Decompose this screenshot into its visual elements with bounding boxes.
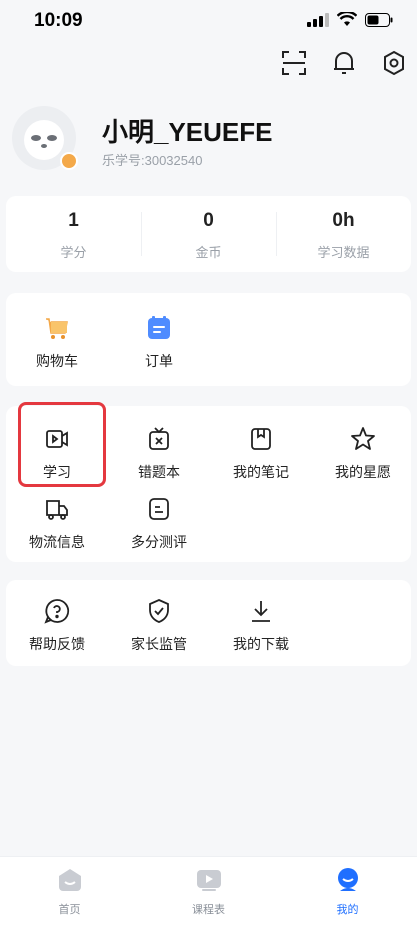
grid-item-wishes[interactable]: 我的星愿 (312, 426, 414, 492)
status-icons (307, 12, 393, 27)
signal-icon (307, 12, 329, 27)
stat-value: 0 (203, 210, 214, 231)
grid-item-label: 多分测评 (131, 534, 187, 550)
tab-mine[interactable]: 我的 (278, 857, 417, 929)
truck-icon (46, 500, 68, 520)
star-icon (351, 427, 375, 450)
assessment-icon (149, 498, 169, 520)
notes-icon (251, 428, 271, 450)
grid-item-label: 我的星愿 (335, 464, 391, 480)
grid-item-label: 错题本 (138, 464, 180, 480)
home-icon (58, 869, 81, 891)
bell-icon[interactable] (329, 48, 359, 78)
grid-item-help[interactable]: 帮助反馈 (6, 598, 108, 664)
scan-icon[interactable] (279, 48, 309, 78)
settings-icon[interactable] (379, 48, 409, 78)
bottom-tab-bar: 首页 课程表 我的 (0, 856, 417, 929)
grid-item-parental-control[interactable]: 家长监管 (108, 598, 210, 664)
stat-value: 1 (68, 210, 79, 231)
tab-home[interactable]: 首页 (0, 857, 139, 929)
grid-item-label: 我的下载 (233, 636, 289, 652)
wifi-icon (337, 12, 357, 26)
highlight-box (18, 402, 106, 487)
grid-item-label: 物流信息 (29, 534, 85, 550)
grid-item-wrong-questions[interactable]: 错题本 (108, 426, 210, 492)
help-icon (44, 599, 70, 624)
user-id: 乐学号:30032540 (102, 153, 203, 168)
grid-item-cart[interactable]: 购物车 (6, 315, 108, 381)
battery-icon (365, 12, 393, 27)
order-icon (148, 316, 170, 339)
stat-label: 金币 (195, 245, 222, 260)
grid-item-label: 帮助反馈 (29, 636, 85, 652)
shield-icon (149, 599, 169, 623)
wrong-questions-icon (149, 427, 169, 450)
tab-label: 课程表 (192, 904, 225, 916)
stat-label: 学习数据 (317, 245, 370, 260)
tab-label: 首页 (58, 904, 81, 916)
grid-item-assessment[interactable]: 多分测评 (108, 496, 210, 562)
grid-item-orders[interactable]: 订单 (108, 315, 210, 381)
download-icon (252, 601, 270, 622)
stat-coins[interactable]: 0 金币 (141, 196, 276, 272)
stat-value: 0h (332, 210, 355, 231)
status-time: 10:09 (34, 10, 83, 31)
grid-item-label: 我的笔记 (233, 464, 289, 480)
profile-icon (337, 868, 358, 891)
support-card: 帮助反馈 家长监管 我的下载 (6, 580, 411, 666)
stat-credits[interactable]: 1 学分 (6, 196, 141, 272)
grid-item-downloads[interactable]: 我的下载 (210, 598, 312, 664)
grid-item-label: 家长监管 (131, 636, 187, 652)
cart-icon (46, 318, 68, 339)
schedule-icon (196, 870, 221, 891)
username: 小明_YEUEFE (102, 117, 273, 147)
top-actions (279, 48, 409, 78)
member-badge-icon (60, 152, 78, 170)
grid-item-label: 购物车 (36, 353, 78, 369)
status-bar: 10:09 (0, 0, 417, 44)
tab-label: 我的 (336, 904, 359, 916)
grid-item-logistics[interactable]: 物流信息 (6, 496, 108, 562)
profile-header[interactable]: 小明_YEUEFE 乐学号:30032540 (12, 106, 392, 172)
tab-schedule[interactable]: 课程表 (139, 857, 278, 929)
orders-card: 购物车 订单 (6, 293, 411, 386)
grid-item-notes[interactable]: 我的笔记 (210, 426, 312, 492)
stat-study-data[interactable]: 0h 学习数据 (276, 196, 411, 272)
stat-label: 学分 (60, 245, 87, 260)
grid-item-label: 订单 (145, 353, 173, 369)
stats-card: 1 学分 0 金币 0h 学习数据 (6, 196, 411, 272)
